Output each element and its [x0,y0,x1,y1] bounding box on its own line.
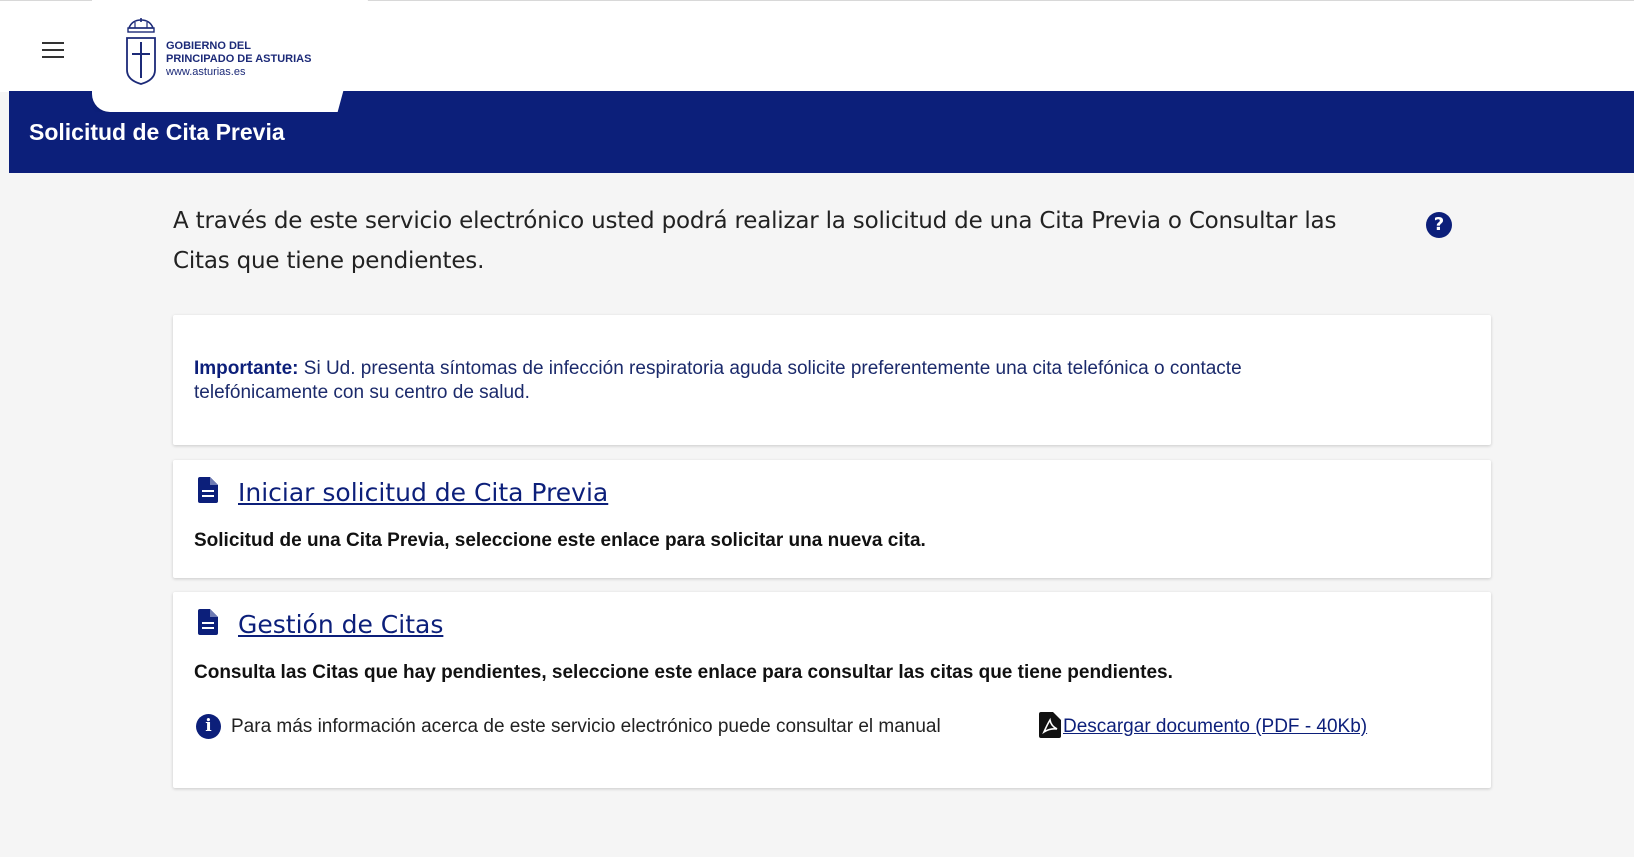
hamburger-menu-icon[interactable] [38,39,68,63]
iniciar-solicitud-description: Solicitud de una Cita Previa, seleccione… [194,530,926,551]
logo-line-1: GOBIERNO DEL [166,40,251,52]
logo-url: www.asturias.es [166,66,246,78]
gestion-citas-description: Consulta las Citas que hay pendientes, s… [194,662,1173,683]
important-notice-card: Importante: Si Ud. presenta síntomas de … [173,315,1491,445]
logo-tab[interactable]: GOBIERNO DEL PRINCIPADO DE ASTURIAS www.… [92,0,368,112]
important-message: Si Ud. presenta síntomas de infección re… [194,358,1242,403]
important-notice: Importante: Si Ud. presenta síntomas de … [194,357,1374,405]
question-circle-icon[interactable]: ? [1426,212,1452,238]
manual-info-text: Para más información acerca de este serv… [231,716,941,737]
document-icon [198,609,218,635]
page-title: Solicitud de Cita Previa [29,119,285,145]
iniciar-solicitud-card: Iniciar solicitud de Cita Previa Solicit… [173,460,1491,578]
logo-text: GOBIERNO DEL PRINCIPADO DE ASTURIAS www.… [166,40,311,79]
pdf-file-icon [1039,712,1061,738]
info-circle-icon: i [196,714,221,739]
iniciar-solicitud-link[interactable]: Iniciar solicitud de Cita Previa [238,478,608,507]
intro-text: A través de este servicio electrónico us… [173,208,1337,274]
gestion-citas-card: Gestión de Citas Consulta las Citas que … [173,592,1491,788]
asturias-emblem-icon [126,18,156,85]
document-icon [198,477,218,503]
download-manual-link[interactable]: Descargar documento (PDF - 40Kb) [1063,716,1367,738]
logo-line-2: PRINCIPADO DE ASTURIAS [166,53,312,65]
important-label: Importante: [194,358,299,379]
gestion-citas-link[interactable]: Gestión de Citas [238,610,443,639]
